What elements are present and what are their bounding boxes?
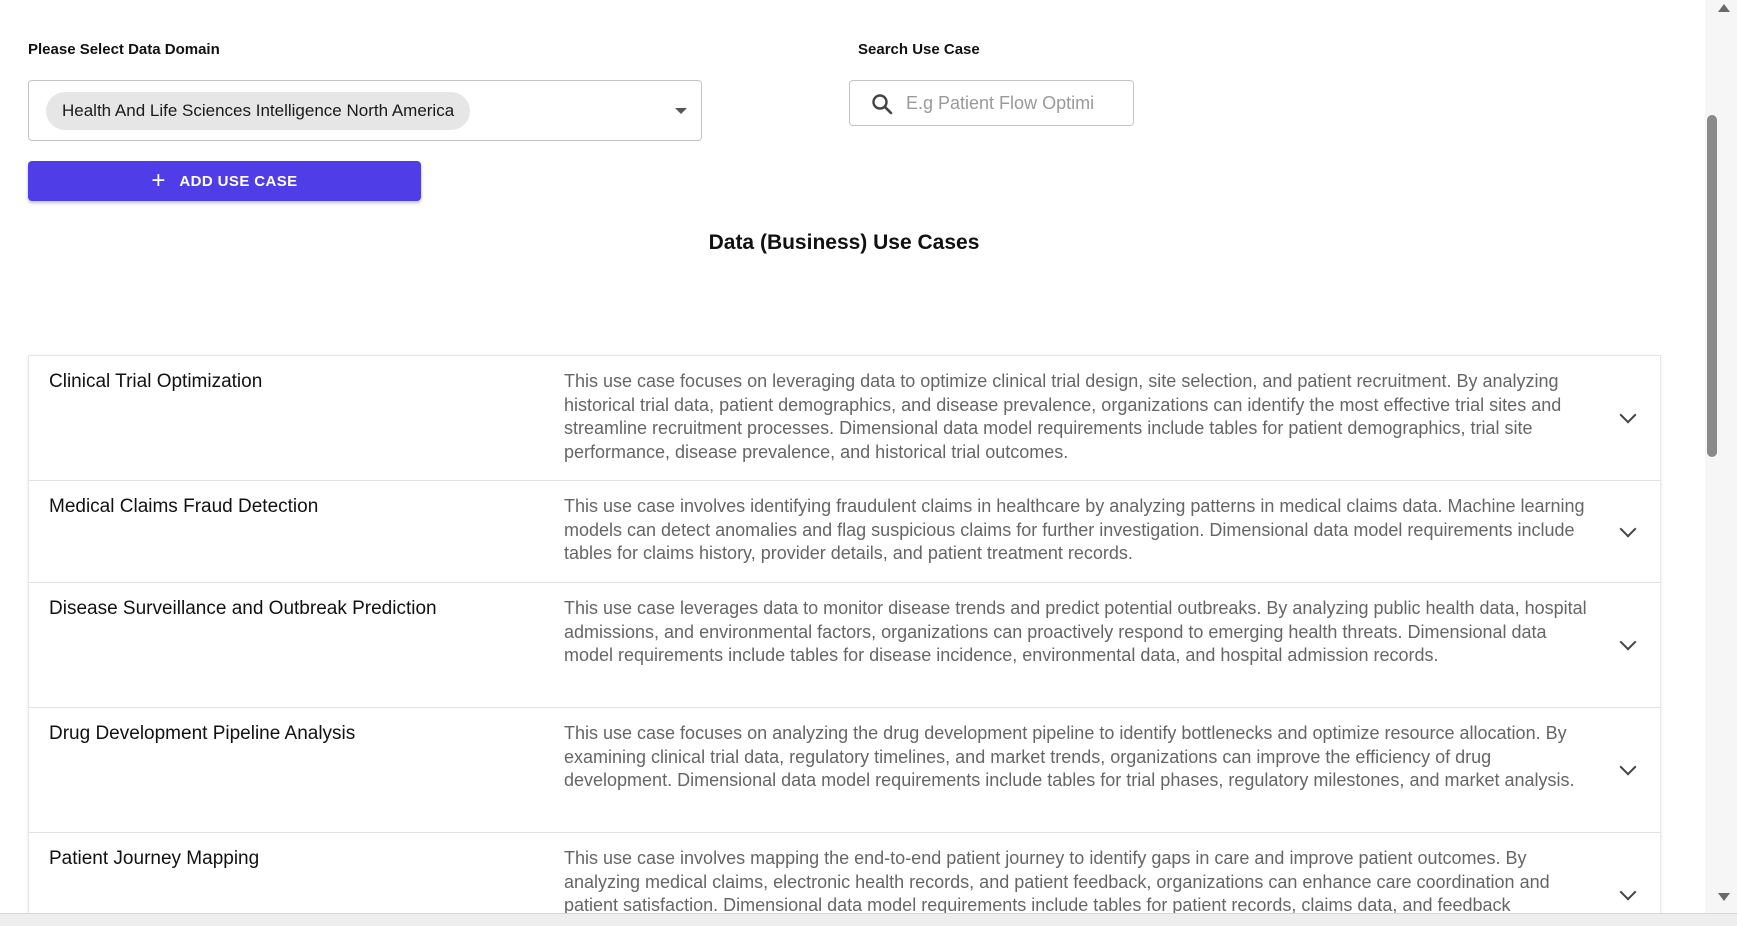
use-case-description: This use case focuses on leveraging data…: [564, 371, 1562, 462]
expand-chevron-icon[interactable]: [1619, 883, 1637, 901]
use-case-row[interactable]: Disease Surveillance and Outbreak Predic…: [29, 583, 1660, 708]
expand-chevron-icon[interactable]: [1619, 520, 1637, 537]
search-label: Search Use Case: [858, 41, 980, 58]
use-case-title: Drug Development Pipeline Analysis: [49, 723, 356, 744]
scroll-down-arrow-icon[interactable]: [1718, 893, 1730, 901]
selected-domain-chip[interactable]: Health And Life Sciences Intelligence No…: [46, 92, 471, 130]
expand-chevron-icon[interactable]: [1619, 633, 1637, 651]
use-case-row[interactable]: Medical Claims Fraud Detection This use …: [29, 481, 1660, 583]
use-case-list: Clinical Trial Optimization This use cas…: [28, 355, 1661, 913]
use-case-row[interactable]: Drug Development Pipeline Analysis This …: [29, 708, 1660, 833]
plus-icon: +: [151, 167, 166, 194]
add-use-case-label: ADD USE CASE: [179, 172, 298, 190]
search-field[interactable]: [849, 80, 1134, 126]
domain-select[interactable]: Health And Life Sciences Intelligence No…: [28, 80, 702, 141]
use-case-title: Medical Claims Fraud Detection: [49, 496, 319, 517]
use-case-title: Patient Journey Mapping: [49, 848, 260, 869]
expand-chevron-icon[interactable]: [1619, 758, 1637, 776]
search-icon: [872, 94, 893, 115]
main-content: Please Select Data Domain Search Use Cas…: [0, 0, 1705, 913]
use-case-description: This use case involves mapping the end-t…: [564, 848, 1550, 913]
use-case-row[interactable]: Patient Journey Mapping This use case in…: [29, 833, 1660, 913]
section-title: Data (Business) Use Cases: [708, 231, 980, 254]
scroll-up-arrow-icon[interactable]: [1718, 4, 1730, 12]
expand-chevron-icon[interactable]: [1619, 406, 1637, 424]
scrollbar-thumb[interactable]: [1707, 115, 1717, 457]
use-case-row[interactable]: Clinical Trial Optimization This use cas…: [29, 356, 1660, 481]
search-input[interactable]: [906, 89, 1121, 117]
use-case-description: This use case involves identifying fraud…: [564, 496, 1585, 563]
use-case-title: Clinical Trial Optimization: [49, 371, 263, 392]
use-case-description: This use case focuses on analyzing the d…: [564, 723, 1575, 790]
horizontal-scrollbar[interactable]: [0, 913, 1737, 926]
dropdown-arrow-icon[interactable]: [675, 108, 687, 114]
use-case-description: This use case leverages data to monitor …: [564, 598, 1587, 665]
add-use-case-button[interactable]: + ADD USE CASE: [28, 161, 421, 201]
use-case-title: Disease Surveillance and Outbreak Predic…: [49, 598, 437, 619]
domain-select-label: Please Select Data Domain: [28, 41, 220, 58]
